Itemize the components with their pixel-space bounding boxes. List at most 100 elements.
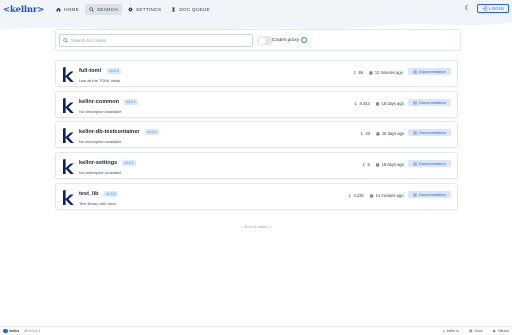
crate-stats: ↧ 4,225 ▦ 14 minutes ago [348,193,404,198]
document-icon: ▤ [413,68,417,74]
footer-link-github[interactable]: ◉ GitHub [493,329,509,333]
login-label: LOGIN [488,6,504,11]
documentation-button[interactable]: ▤ Documentation [408,159,451,167]
footer-brand-name: kellnr [9,329,20,333]
nav-settings-label: SETTINGS [136,7,162,12]
moon-icon[interactable]: ☾ [465,5,471,12]
documentation-button[interactable]: ▤ Documentation [408,190,451,198]
kellnr-k-logo-icon [63,67,74,82]
nav-home-label: HOME [64,7,80,12]
crate-card[interactable]: test_lib v1.0.0 Test library with docs ↧… [55,183,458,210]
crate-description: No description available [79,170,122,175]
nav-search-label: SEARCH [97,7,118,12]
calendar-icon: ▦ [376,131,380,136]
documentation-label: Documentation [418,191,446,197]
download-icon: ↧ [362,162,366,167]
crate-name[interactable]: full-toml [79,68,101,74]
updated-time: 12 minutes ago [374,70,403,75]
nav-search[interactable]: SEARCH [85,4,122,15]
top-navigation-bar: <kellnr> HOME SEARCH SETTINGS DOC QUEUE … [0,0,512,19]
nav-settings[interactable]: SETTINGS [124,4,165,15]
footer-link-kellnr-io[interactable]: ◕ kellnr.io [443,329,459,333]
download-count: 4,225 [353,193,364,198]
search-icon [89,7,94,12]
login-icon [482,6,487,11]
kellnr-k-logo-icon [63,159,74,174]
main-nav: HOME SEARCH SETTINGS DOC QUEUE [52,4,214,15]
version-badge: v0.0.1 [124,98,138,105]
download-count: 6,443 [359,101,370,106]
crate-description: Test library with docs [79,201,117,206]
crate-stats: ↧ 66 ▦ 12 minutes ago [353,70,403,75]
crate-description: No description available [79,139,122,144]
kellnr-k-logo-icon [63,190,74,205]
documentation-label: Documentation [418,99,446,105]
crate-name[interactable]: kellnr-settings [79,160,117,166]
download-count: 43 [365,131,370,136]
calendar-icon: ▦ [375,162,380,167]
crate-name[interactable]: test_lib [79,191,99,197]
version-badge: v0.0.1 [122,159,136,166]
crate-card[interactable]: full-toml v0.0.0 Use all the TOML fields… [55,60,458,87]
footer: kellnr v6.0.0-rc.1 ◕ kellnr.io ▤ Docs ◉ Git… [0,326,512,335]
footer-link-docs[interactable]: ▤ Docs [469,329,483,333]
document-icon: ▤ [413,160,417,166]
globe-icon: ◕ [442,329,445,333]
footer-version: v6.0.0-rc.1 [24,329,41,333]
calendar-icon: ▦ [369,70,373,75]
document-icon: ▤ [413,99,417,105]
crate-stats: ↧ 6,443 ▦ 18 days ago [354,101,404,106]
nav-home[interactable]: HOME [52,4,83,15]
download-count: 66 [358,70,363,75]
updated-time: 14 minutes ago [375,193,404,198]
info-icon[interactable]: i [301,37,307,43]
toggle-knob [257,36,266,45]
crate-stats: ↧ 43 ▦ 18 days ago [360,131,404,136]
search-panel: Crates proxy i [55,29,461,51]
footer-link-label: GitHub [497,329,509,333]
documentation-label: Documentation [418,129,446,135]
documentation-button[interactable]: ▤ Documentation [408,128,451,136]
version-badge: v0.0.0 [107,67,121,74]
nav-doc-queue-label: DOC QUEUE [179,7,210,12]
crate-card[interactable]: kellnr-common v0.0.1 No description avai… [55,91,458,118]
footer-brand: kellnr v6.0.0-rc.1 [3,328,41,334]
kellnr-k-logo-icon [63,98,74,113]
search-icon [63,38,68,43]
crate-card[interactable]: kellnr-db-testcontainer v0.0.1 No descri… [55,121,458,148]
version-badge: v0.0.1 [145,128,159,135]
login-button[interactable]: LOGIN [476,4,509,13]
version-badge: v1.0.0 [104,190,118,197]
documentation-button[interactable]: ▤ Documentation [408,98,451,106]
footer-link-label: kellnr.io [446,329,460,333]
download-count: 5 [367,162,370,167]
kellnr-mini-logo-icon [3,328,8,334]
crate-stats: ↧ 5 ▦ 18 days ago [362,162,404,167]
crate-description: Use all the TOML fields [79,78,121,83]
footer-link-label: Docs [474,329,483,333]
documentation-button[interactable]: ▤ Documentation [408,67,451,75]
search-field[interactable] [59,34,253,47]
document-icon: ▤ [413,191,417,197]
calendar-icon: ▦ [375,101,380,106]
updated-time: 18 days ago [381,162,404,167]
updated-time: 18 days ago [381,101,404,106]
crates-proxy-toggle[interactable] [257,36,273,45]
calendar-icon: ▦ [369,193,374,198]
crate-card[interactable]: kellnr-settings v0.0.1 No description av… [55,152,458,179]
nav-doc-queue[interactable]: DOC QUEUE [167,4,214,15]
gear-icon [128,7,133,12]
queue-icon [172,7,176,12]
documentation-label: Documentation [418,160,446,166]
crate-name[interactable]: kellnr-db-testcontainer [79,129,140,135]
documentation-label: Documentation [418,68,446,74]
end-of-crates-text: — End of crates — [239,225,273,229]
kellnr-k-logo-icon [63,128,74,143]
search-input[interactable] [71,38,241,43]
crate-name[interactable]: kellnr-common [79,99,119,105]
crates-proxy-label: Crates proxy [272,37,300,43]
book-icon: ▤ [469,329,473,333]
home-icon [56,7,61,12]
kellnr-logo[interactable]: <kellnr> [3,5,44,15]
crate-description: No description available [79,109,122,114]
